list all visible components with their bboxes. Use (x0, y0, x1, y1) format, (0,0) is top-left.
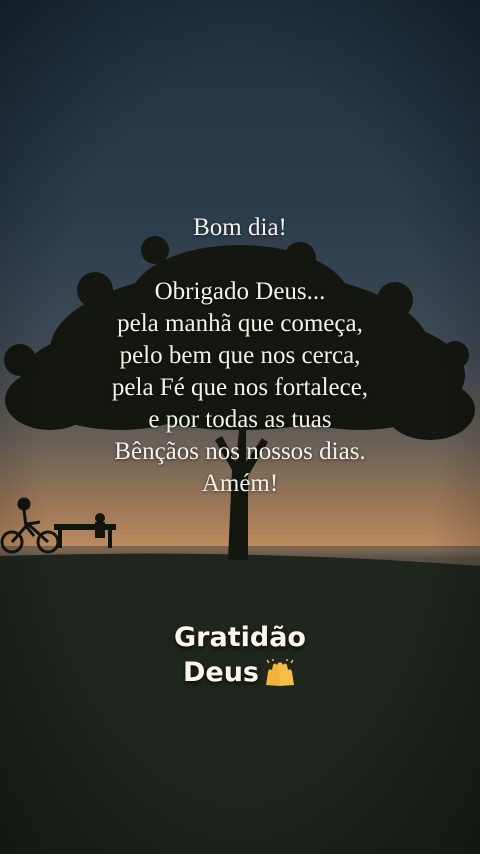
quote-line: Obrigado Deus... (154, 278, 326, 305)
quote-line: pelo bem que nos cerca, (119, 342, 361, 369)
caption-line-1: Gratidão (174, 622, 306, 653)
quote-line: e por todas as tuas (148, 406, 332, 433)
quote-gap (0, 244, 480, 276)
quote-line: pela Fé que nos fortalece, (111, 374, 369, 401)
quote-line: Bênçãos nos nossos dias. (114, 438, 366, 465)
raising-hands-icon (266, 658, 295, 686)
caption-word: Deus (182, 657, 260, 688)
caption-line-2: Deus (0, 655, 480, 690)
quote-line: Amém! (201, 470, 279, 497)
quote-text: Bom dia! Obrigado Deus... pela manhã que… (0, 212, 480, 500)
gratitude-caption: Gratidão Deus (0, 620, 480, 690)
greeting: Bom dia! (193, 214, 287, 241)
quote-line: pela manhã que começa, (117, 310, 363, 337)
